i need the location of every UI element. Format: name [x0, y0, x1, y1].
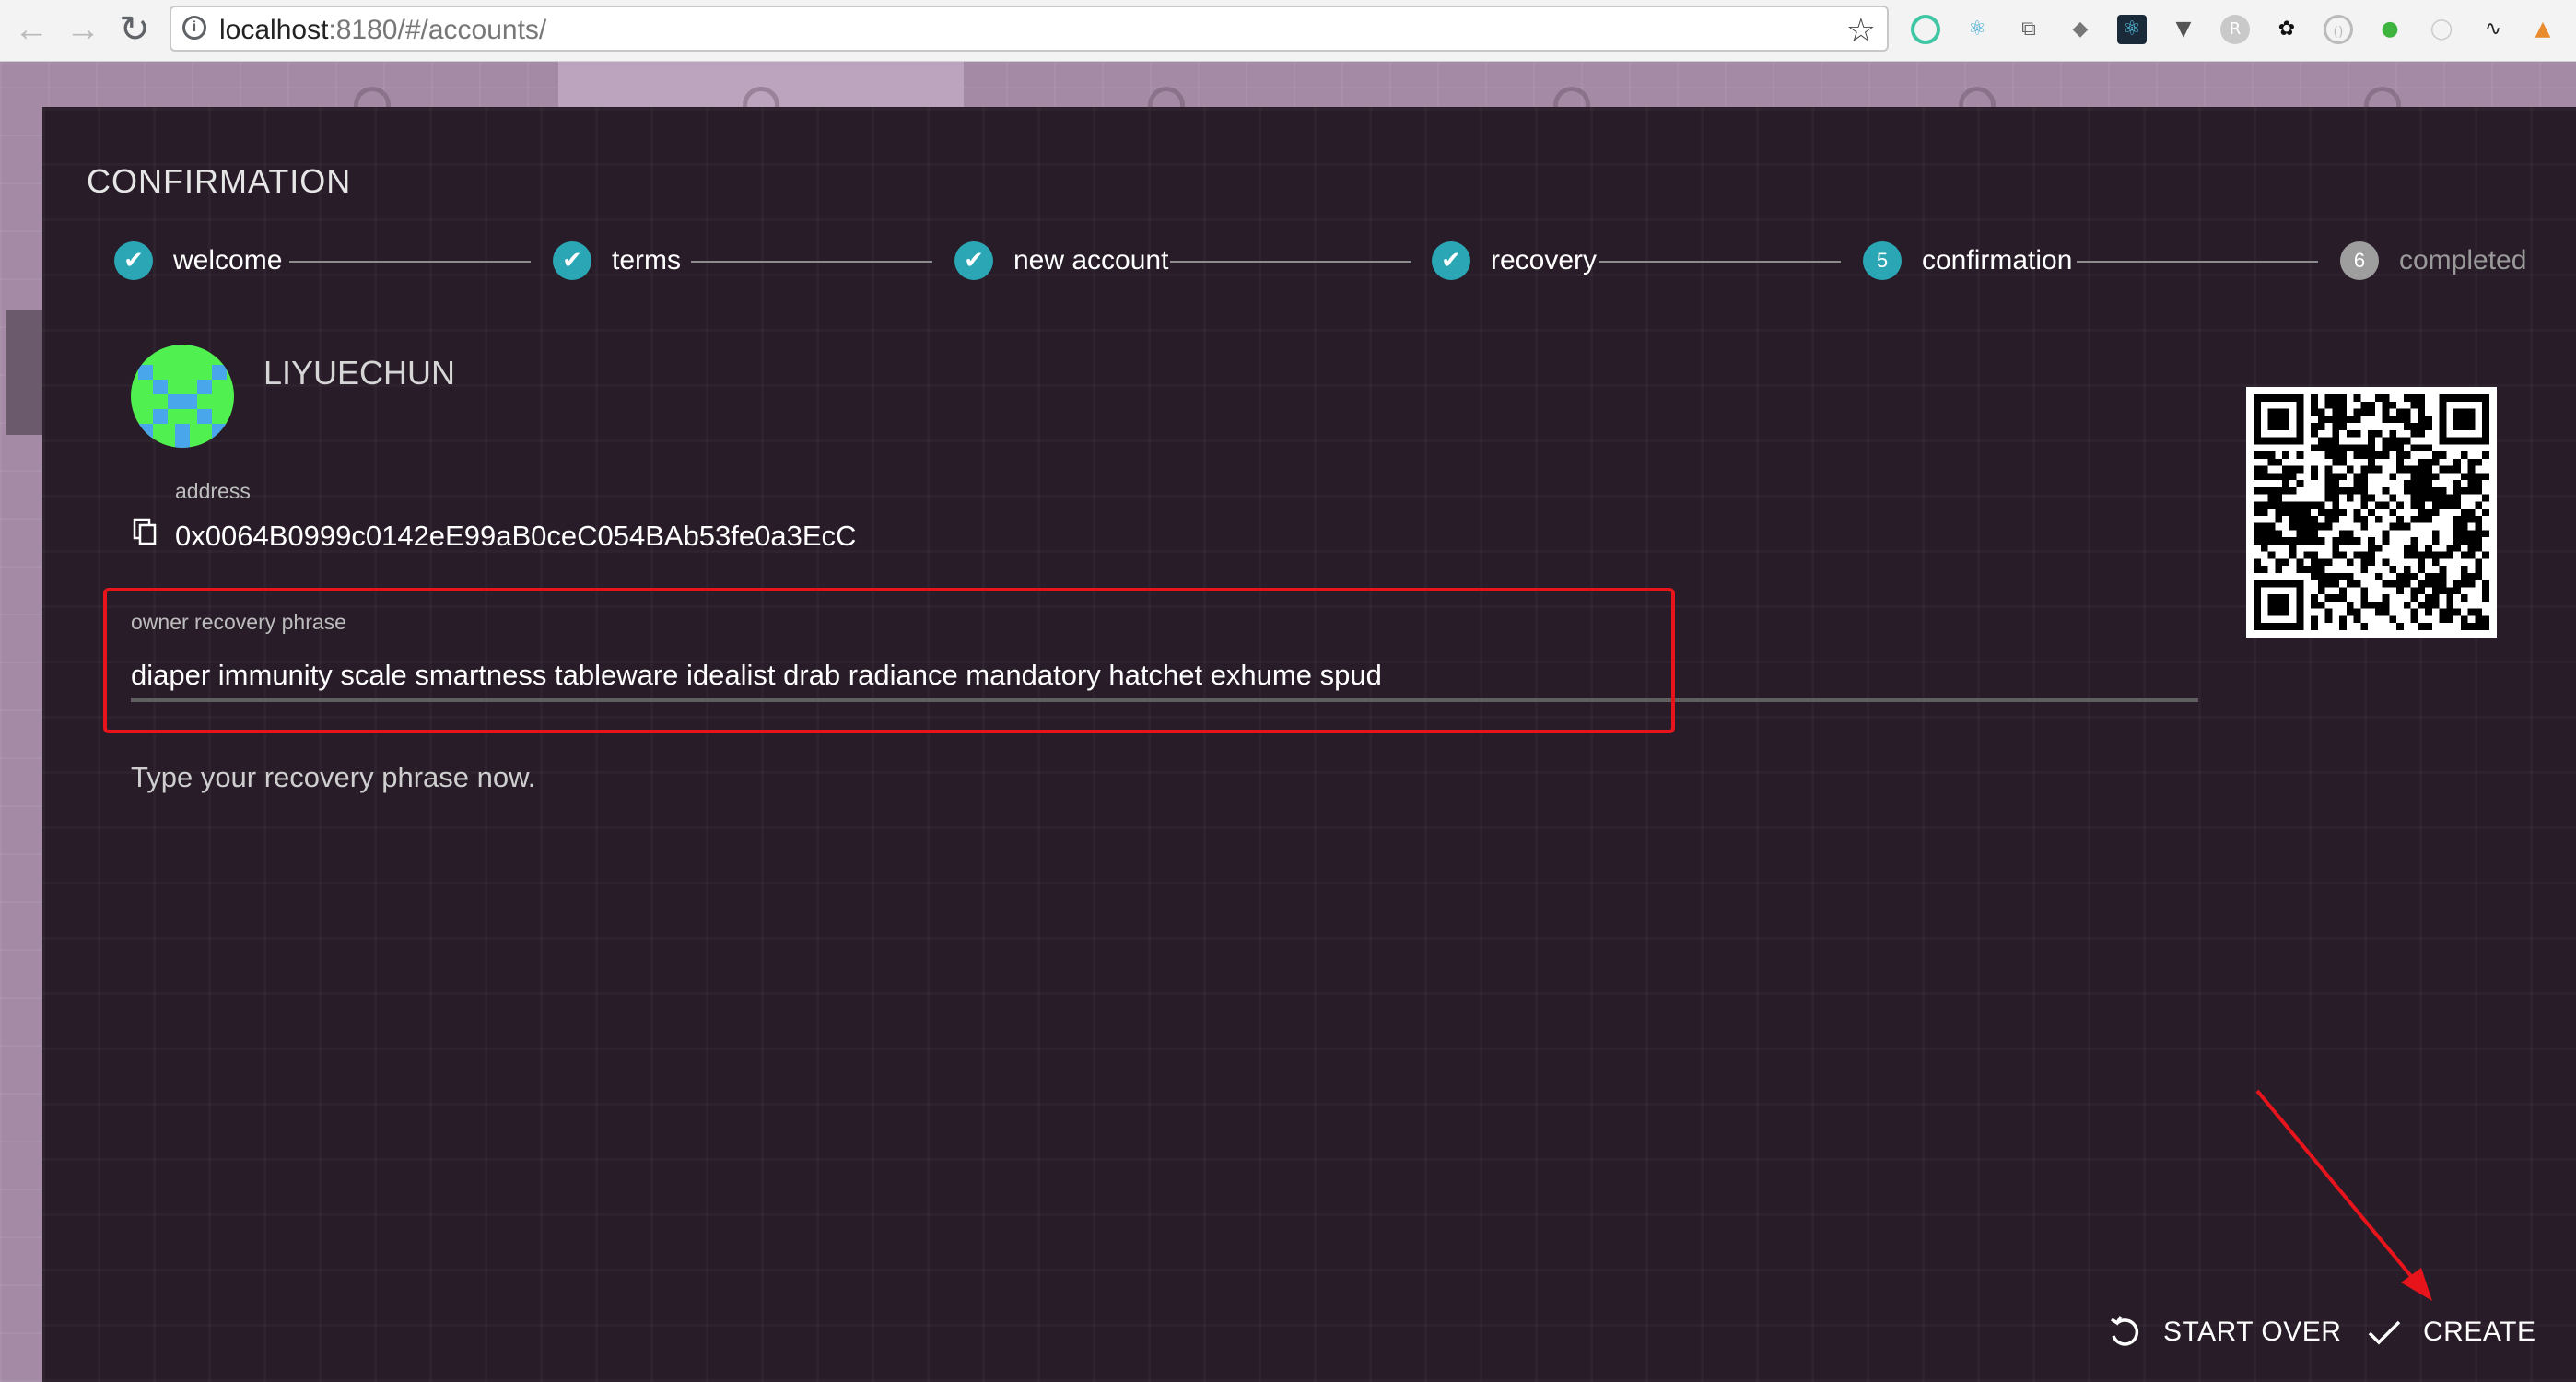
copy-icon[interactable]: [133, 518, 158, 547]
extension-swirl-icon[interactable]: ∿: [2478, 15, 2508, 44]
step-connector: [1170, 261, 1411, 263]
extension-cards-icon[interactable]: ⧉: [2014, 15, 2043, 44]
url-text: localhost:8180/#/accounts/: [219, 15, 546, 46]
react-icon[interactable]: ⚛: [2117, 15, 2147, 44]
step-new-account: ✔ new account: [954, 241, 1168, 280]
address-label: address: [175, 479, 251, 503]
check-circle-icon: ✔: [1432, 241, 1470, 280]
back-button[interactable]: ←: [9, 7, 53, 52]
react-devtools-icon[interactable]: ⚛: [1962, 15, 1992, 44]
step-completed: 6 completed: [2340, 241, 2526, 280]
extension-layers-icon[interactable]: ◆: [2066, 15, 2095, 44]
highlight-annotation-box: [103, 588, 1675, 733]
extension-ring-icon[interactable]: [1911, 15, 1940, 44]
check-icon: [2368, 1320, 2401, 1345]
step-confirmation: 5 confirmation: [1863, 241, 2072, 280]
step-connector: [289, 261, 531, 263]
step-connector: [2077, 261, 2318, 263]
address-bar[interactable]: i localhost:8180/#/accounts/ ☆: [170, 6, 1889, 52]
address-qr-code: [2246, 387, 2497, 638]
step-connector: [1599, 261, 1841, 263]
forward-button[interactable]: →: [61, 7, 105, 52]
step-label: completed: [2399, 245, 2527, 275]
step-label: welcome: [173, 245, 283, 275]
account-address: 0x0064B0999c0142eE99aB0ceC054BAb53fe0a3E…: [175, 520, 857, 552]
qr-code-graphic: [2254, 394, 2489, 630]
extension-circle-icon[interactable]: (): [2324, 15, 2353, 44]
start-over-label: START OVER: [2163, 1317, 2342, 1347]
step-label: new account: [1013, 245, 1169, 275]
create-button[interactable]: CREATE: [2366, 1305, 2535, 1360]
dialog-title: CONFIRMATION: [87, 162, 352, 200]
metamask-fox-icon[interactable]: ▲: [2528, 15, 2558, 44]
check-circle-icon: ✔: [553, 241, 591, 280]
url-host: localhost: [219, 15, 329, 45]
step-number: 6: [2340, 241, 2379, 280]
avatar: [131, 345, 234, 448]
step-label: recovery: [1491, 245, 1598, 275]
shield-extension-icon[interactable]: ◯: [2427, 15, 2456, 44]
undo-icon: [2111, 1316, 2139, 1346]
panda-extension-icon[interactable]: ✿: [2272, 15, 2301, 44]
sidebar-handle[interactable]: [6, 310, 42, 435]
check-circle-icon: ✔: [954, 241, 993, 280]
wechat-icon[interactable]: ●: [2375, 15, 2405, 44]
step-recovery: ✔ recovery: [1432, 241, 1597, 280]
check-circle-icon: ✔: [114, 241, 153, 280]
start-over-button[interactable]: START OVER: [2106, 1305, 2341, 1360]
step-welcome: ✔ welcome: [114, 241, 282, 280]
extension-r-icon[interactable]: R: [2220, 15, 2250, 44]
site-info-icon[interactable]: i: [182, 16, 206, 40]
account-name: LIYUECHUN: [263, 354, 456, 392]
vue-devtools-icon[interactable]: ▼: [2169, 15, 2198, 44]
browser-toolbar: ← → ↻ i localhost:8180/#/accounts/ ☆ ⚛ ⧉…: [0, 0, 2576, 62]
create-account-dialog: CONFIRMATION ✔ welcome ✔ terms ✔ new acc…: [42, 107, 2576, 1382]
step-terms: ✔ terms: [553, 241, 681, 280]
step-label: confirmation: [1922, 245, 2073, 275]
step-connector: [691, 261, 932, 263]
step-number: 5: [1863, 241, 1902, 280]
reload-button[interactable]: ↻: [112, 7, 157, 52]
recovery-hint-text: Type your recovery phrase now.: [131, 761, 536, 793]
bookmark-star-icon[interactable]: ☆: [1846, 11, 1876, 50]
step-label: terms: [612, 245, 681, 275]
create-label: CREATE: [2423, 1317, 2536, 1347]
url-path: :8180/#/accounts/: [328, 15, 547, 45]
